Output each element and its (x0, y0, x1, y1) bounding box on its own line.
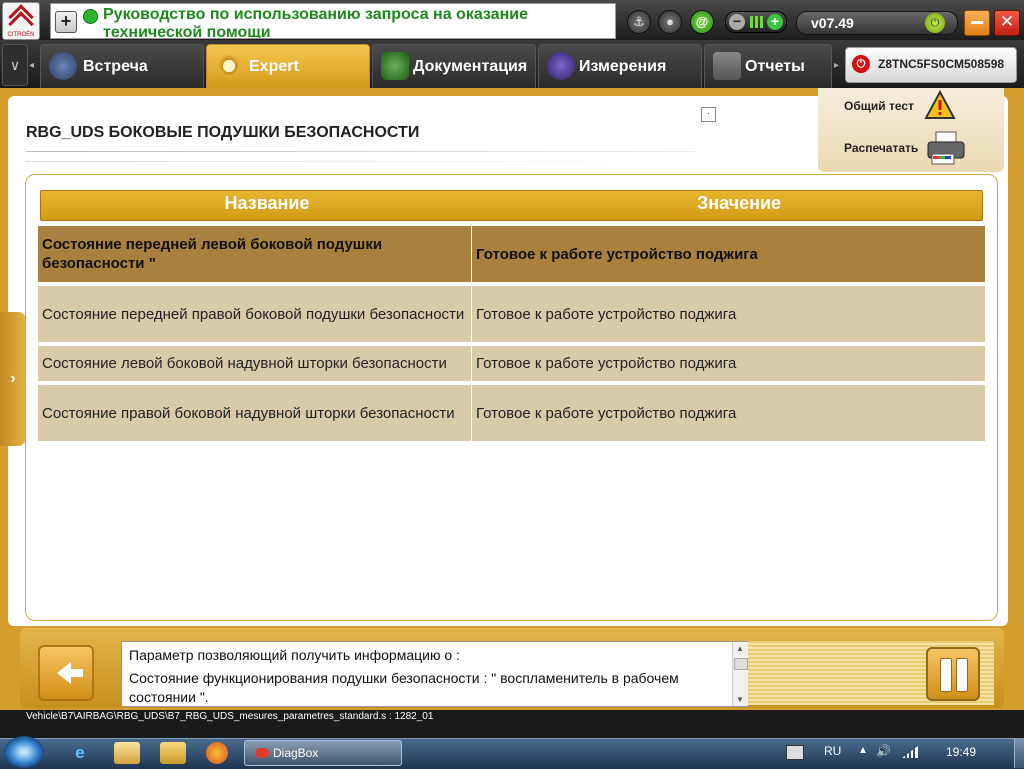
menu-chevron-icon[interactable]: ∨ (2, 44, 28, 86)
tab-label: Expert (249, 58, 299, 75)
title-divider (26, 161, 696, 162)
action-center-flag-icon[interactable] (786, 745, 804, 760)
at-icon[interactable]: @ (690, 10, 714, 34)
global-test-button[interactable]: Общий тест (844, 99, 914, 113)
close-button[interactable]: ✕ (994, 10, 1020, 36)
internet-explorer-icon[interactable]: e (67, 742, 93, 764)
page-title: RBG_UDS БОКОВЫЕ ПОДУШКИ БЕЗОПАСНОСТИ (26, 124, 420, 141)
column-header-name[interactable]: Название (40, 193, 494, 214)
taskbar-diagbox-button[interactable]: DiagBox (244, 740, 402, 766)
version-pill: v07.49 ⏻ (796, 11, 958, 35)
taskbar-label: DiagBox (273, 746, 319, 760)
plus-icon: + (767, 14, 783, 30)
minus-icon: − (729, 14, 745, 30)
tabs-scroll-left-icon[interactable]: ◂ (29, 60, 34, 71)
tab-label: Встреча (83, 58, 148, 75)
tab-expert[interactable]: Expert (206, 44, 370, 88)
firefox-icon[interactable] (206, 742, 228, 764)
tray-expand-icon[interactable]: ▲ (858, 745, 868, 756)
tab-label: Документация (413, 58, 528, 75)
power-icon: ⏻ (852, 55, 870, 73)
reports-icon (713, 52, 741, 80)
help-line: Состояние функционирования подушки безоп… (129, 670, 679, 705)
pause-bar-icon (956, 658, 968, 692)
chevron-right-icon: › (10, 370, 16, 387)
tab-label: Отчеты (745, 58, 805, 75)
scroll-down-icon[interactable]: ▼ (736, 695, 744, 704)
pause-button[interactable] (926, 647, 980, 701)
scroll-up-icon[interactable]: ▲ (736, 644, 744, 653)
scroll-thumb[interactable] (734, 658, 748, 670)
pause-bar-icon (940, 658, 952, 692)
small-option-button[interactable]: · (701, 107, 716, 122)
app-icon[interactable] (114, 742, 140, 764)
back-arrow-button[interactable] (38, 645, 94, 701)
tabs-scroll-right-icon[interactable]: ▸ (834, 60, 839, 71)
clock[interactable]: 19:49 (946, 745, 976, 759)
help-scrollbar[interactable]: ▲ ▼ (732, 642, 748, 706)
script-path: Vehicle\B7\AIRBAG\RBG_UDS\B7_RBG_UDS_mes… (26, 711, 434, 722)
table-cell-name[interactable]: Состояние передней правой боковой подушк… (38, 286, 471, 342)
start-button[interactable] (4, 736, 44, 768)
language-indicator[interactable]: RU (824, 744, 841, 758)
waveform-icon (547, 52, 575, 80)
user-icon[interactable]: ● (658, 10, 682, 34)
minimize-button[interactable] (964, 10, 990, 36)
vin-label: Z8TNC5FS0CM508598 (878, 57, 1005, 71)
tab-reports[interactable]: Отчеты (704, 44, 832, 88)
power-ok-icon: ⏻ (925, 13, 945, 33)
help-text-box[interactable]: Параметр позволяющий получить информацию… (121, 641, 749, 707)
table-cell-value[interactable]: Готовое к работе устройство поджига (472, 385, 985, 441)
printer-icon[interactable] (922, 130, 968, 166)
table-cell-name[interactable]: Состояние правой боковой надувной шторки… (38, 385, 471, 441)
citroen-logo-icon: CITROËN (2, 2, 40, 40)
table-cell-name[interactable]: Состояние передней левой боковой подушки… (38, 226, 471, 282)
tab-documentation[interactable]: Документация (372, 44, 536, 88)
title-divider (26, 151, 696, 152)
show-desktop-button[interactable] (1014, 738, 1024, 768)
battery-indicator[interactable]: − + (725, 11, 787, 33)
windows-taskbar (0, 738, 1024, 769)
folder-icon[interactable] (160, 742, 186, 764)
tab-measurements[interactable]: Измерения (538, 44, 702, 88)
table-cell-name[interactable]: Состояние левой боковой надувной шторки … (38, 346, 471, 381)
expand-message-button[interactable]: + (55, 11, 77, 33)
tab-label: Измерения (579, 58, 667, 75)
side-panel-toggle[interactable]: › (0, 312, 26, 446)
battery-bars-icon (750, 16, 764, 28)
brand-label: CITROËN (7, 32, 35, 38)
message-text: Руководство по использованию запроса на … (103, 6, 528, 39)
table-cell-value[interactable]: Готовое к работе устройство поджига (472, 226, 985, 282)
help-line: Параметр позволяющий получить информацию… (129, 647, 460, 663)
status-dot-icon (83, 9, 98, 24)
column-header-value[interactable]: Значение (494, 193, 984, 214)
table-cell-value[interactable]: Готовое к работе устройство поджига (472, 286, 985, 342)
print-button[interactable]: Распечатать (844, 141, 918, 155)
documentation-icon (381, 52, 409, 80)
diagbox-icon (255, 748, 269, 758)
vin-badge[interactable]: ⏻ Z8TNC5FS0CM508598 (845, 47, 1017, 83)
warning-triangle-icon[interactable] (918, 88, 958, 122)
table-cell-value[interactable]: Готовое к работе устройство поджига (472, 346, 985, 381)
tab-meeting[interactable]: Встреча (40, 44, 204, 88)
anchor-icon[interactable]: ⚓ (627, 10, 651, 34)
volume-icon[interactable]: 🔊 (876, 744, 891, 758)
magnifier-icon (215, 52, 243, 80)
version-label: v07.49 (811, 15, 854, 31)
meeting-icon (49, 52, 77, 80)
message-box: + Руководство по использованию запроса н… (50, 3, 616, 39)
